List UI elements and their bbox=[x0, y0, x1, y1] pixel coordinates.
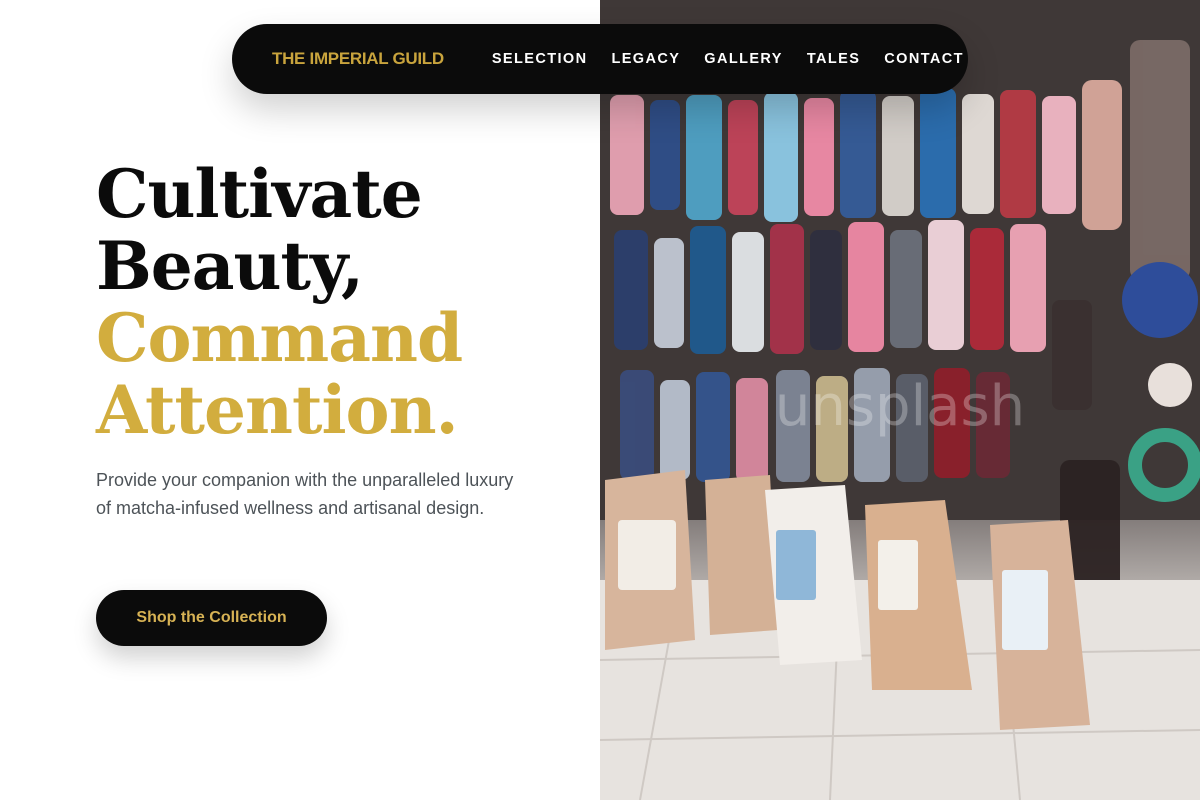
nav-link-selection[interactable]: SELECTION bbox=[492, 51, 588, 67]
top-navigation: THE IMPERIAL GUILD SELECTION LEGACY GALL… bbox=[232, 24, 968, 94]
nav-links: SELECTION LEGACY GALLERY TALES CONTACT bbox=[492, 51, 964, 67]
hero-headline: Cultivate Beauty, Command Attention. bbox=[96, 155, 463, 449]
hero-description: Provide your companion with the unparall… bbox=[96, 470, 514, 518]
photo-watermark: unsplash bbox=[775, 374, 1025, 439]
brand-logo[interactable]: THE IMPERIAL GUILD bbox=[272, 49, 444, 69]
headline-line-1: Cultivate bbox=[96, 155, 423, 233]
headline-line-4: Attention. bbox=[96, 371, 459, 449]
nav-link-legacy[interactable]: LEGACY bbox=[611, 51, 680, 67]
hero-photo: unsplash bbox=[600, 0, 1200, 800]
headline-line-3: Command bbox=[96, 299, 463, 377]
shop-collection-button[interactable]: Shop the Collection bbox=[96, 590, 327, 646]
pet-shop-photo: unsplash bbox=[600, 0, 1200, 800]
nav-link-gallery[interactable]: GALLERY bbox=[704, 51, 783, 67]
landing-page: unsplash THE IMPERIAL GUILD SELECTION LE… bbox=[0, 0, 1200, 800]
nav-link-contact[interactable]: CONTACT bbox=[884, 51, 964, 67]
headline-line-2: Beauty, bbox=[96, 227, 364, 305]
nav-link-tales[interactable]: TALES bbox=[807, 51, 860, 67]
